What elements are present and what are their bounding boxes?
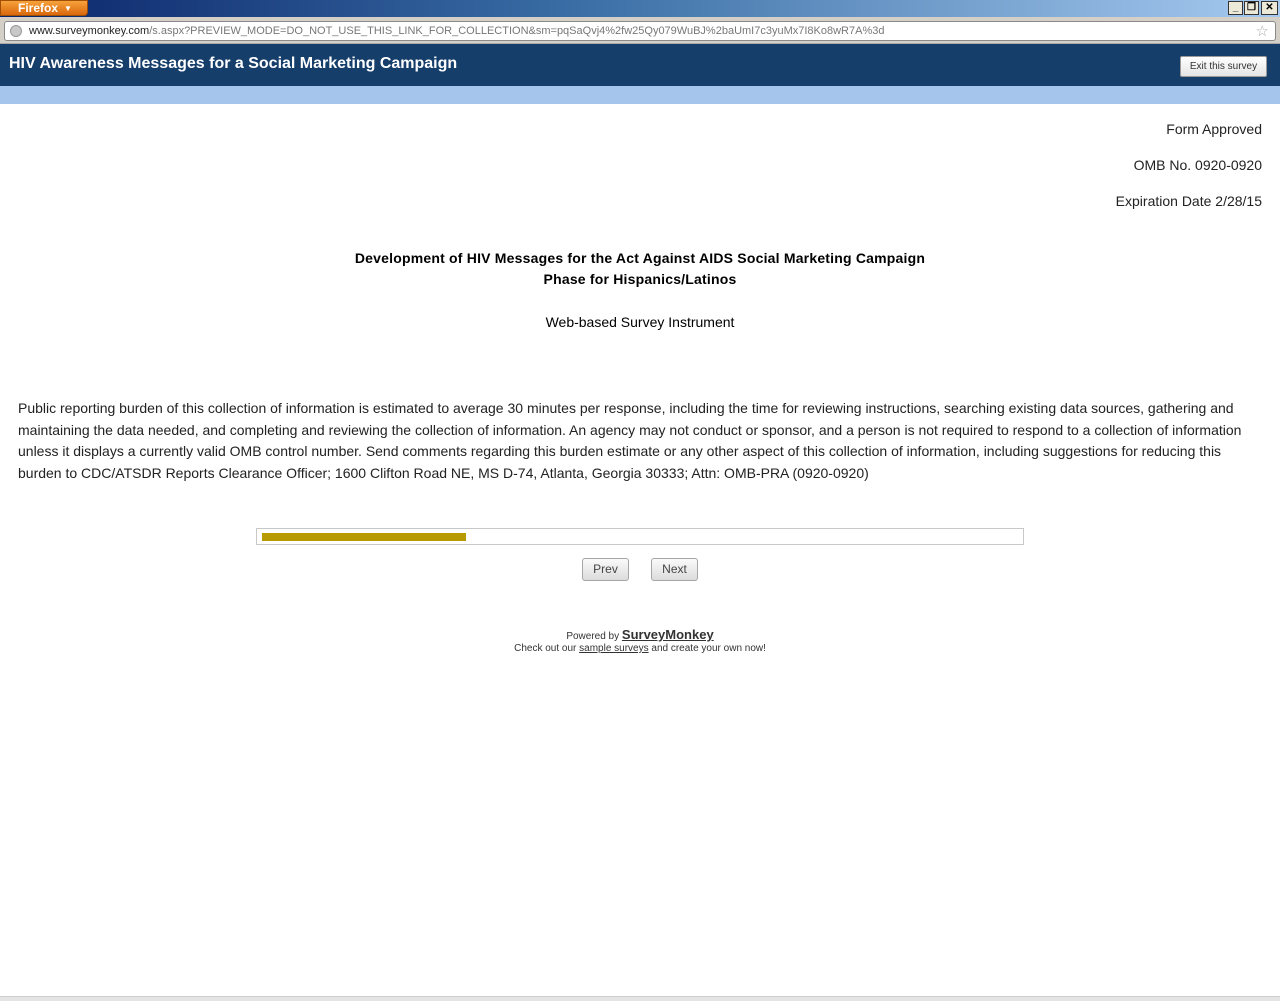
minimize-button[interactable]: _ [1228,1,1243,15]
url-domain: www.surveymonkey.com [29,25,150,37]
firefox-menu-button[interactable]: Firefox ▼ [0,0,88,16]
window-titlebar: Firefox ▼ _ ❐ ✕ [0,0,1280,17]
survey-heading-line2: Phase for Hispanics/Latinos [543,271,737,287]
footer-promo: Check out our sample surveys and create … [0,643,1280,654]
omb-number-text: OMB No. 0920-0920 [1133,157,1262,173]
form-approved-text: Form Approved [1166,121,1262,137]
close-window-button[interactable]: ✕ [1261,1,1278,15]
sample-surveys-link[interactable]: sample surveys [579,643,648,654]
powered-by: Powered by SurveyMonkey [0,627,1280,642]
progress-bar [256,528,1024,545]
exit-survey-button[interactable]: Exit this survey [1180,56,1267,77]
header-band [0,86,1280,104]
survey-heading-line1: Development of HIV Messages for the Act … [354,250,926,266]
survey-title: HIV Awareness Messages for a Social Mark… [9,55,458,72]
expiration-date-text: Expiration Date 2/28/15 [1115,193,1262,209]
prev-button[interactable]: Prev [582,558,629,581]
bookmark-star-icon[interactable]: ☆ [1256,22,1269,40]
create-own-text: and create your own now! [651,643,766,654]
survey-subtitle: Web-based Survey Instrument [545,314,735,330]
progress-bar-fill [262,533,466,541]
site-identity-icon[interactable] [10,25,22,37]
url-text[interactable]: www.surveymonkey.com/s.aspx?PREVIEW_MODE… [29,25,884,37]
restore-button[interactable]: ❐ [1244,1,1259,15]
url-bar[interactable]: www.surveymonkey.com/s.aspx?PREVIEW_MODE… [4,21,1276,41]
url-path: /s.aspx?PREVIEW_MODE=DO_NOT_USE_THIS_LIN… [149,25,885,37]
next-button[interactable]: Next [651,558,698,581]
window-bottom-edge [0,996,1280,1001]
burden-statement: Public reporting burden of this collecti… [18,400,1242,481]
surveymonkey-link[interactable]: SurveyMonkey [622,627,714,642]
survey-header: HIV Awareness Messages for a Social Mark… [0,44,1280,86]
navigation-toolbar: www.surveymonkey.com/s.aspx?PREVIEW_MODE… [0,17,1280,44]
firefox-menu-label: Firefox [18,1,59,15]
powered-by-label: Powered by [566,631,620,642]
check-out-text: Check out our [514,643,577,654]
chevron-down-icon: ▼ [64,4,72,13]
